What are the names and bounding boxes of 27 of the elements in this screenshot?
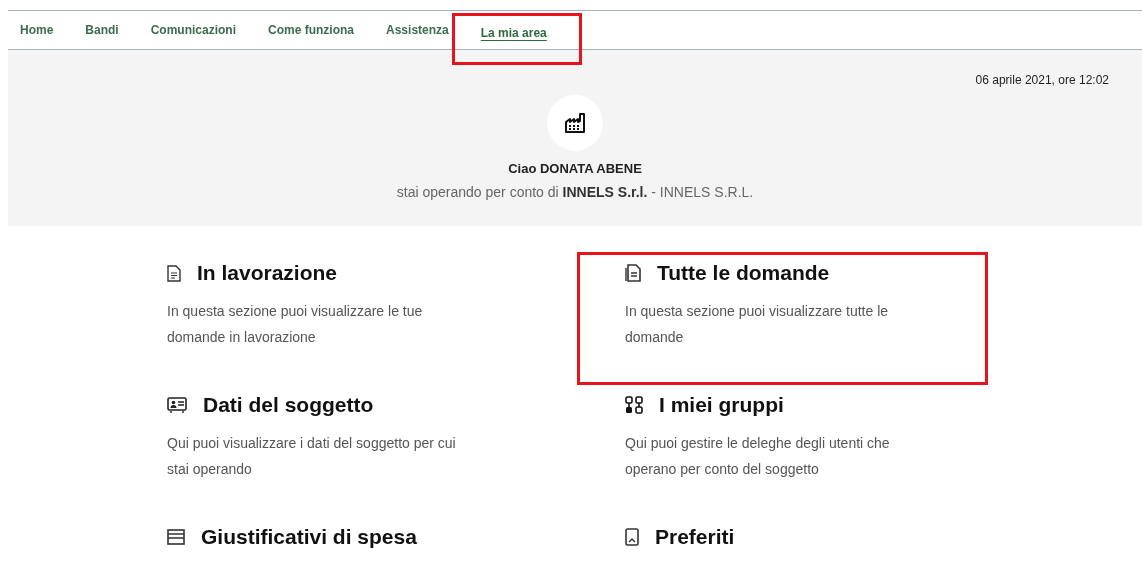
section-description: In questa sezione puoi visualizzare tutte le domande [625,302,890,347]
document-icon [625,264,641,282]
nodes-icon [625,396,643,414]
section-title[interactable]: Giustificativi di spesa [201,525,417,549]
section-title[interactable]: I miei gruppi [659,393,784,417]
id-card-icon [167,397,187,413]
nav-link[interactable]: Assistenza [386,19,449,41]
section-title[interactable]: Tutte le domande [657,261,830,285]
nav-link[interactable]: Home [20,19,54,41]
nav-link[interactable]: Comunicazioni [150,19,237,41]
section-title[interactable]: In lavorazione [197,261,338,285]
factory-icon [564,113,586,133]
section-description: Qui puoi visualizzare i dati del soggetto per cui stai operando [167,434,457,479]
list-icon [167,529,185,545]
section-description: In questa sezione puoi visualizzare le tue domande in lavorazione [167,302,424,347]
section-title[interactable]: Preferiti [655,525,735,549]
nav-link[interactable]: La mia area [454,16,579,62]
highlighted-card[interactable]: Tutte le domande In questa sezione puoi visualizzare tutte le domande [580,255,985,382]
nav-link[interactable]: Come funziona [268,19,355,41]
section-description: Qui puoi gestire le deleghe degli utenti che operano per conto del soggetto [625,434,891,479]
greeting: Ciao DONATA ABENE [508,161,642,176]
nav-link[interactable]: Bandi [85,19,119,41]
subtitle: stai operando per conto di INNELS S.r.l. - INNELS S.R.L. [396,184,754,200]
date-time: 06 aprile 2021, ore 12:02 [975,73,1109,87]
bookmark-icon [625,528,639,546]
section-title[interactable]: Dati del soggetto [203,393,374,417]
document-icon [167,264,181,282]
